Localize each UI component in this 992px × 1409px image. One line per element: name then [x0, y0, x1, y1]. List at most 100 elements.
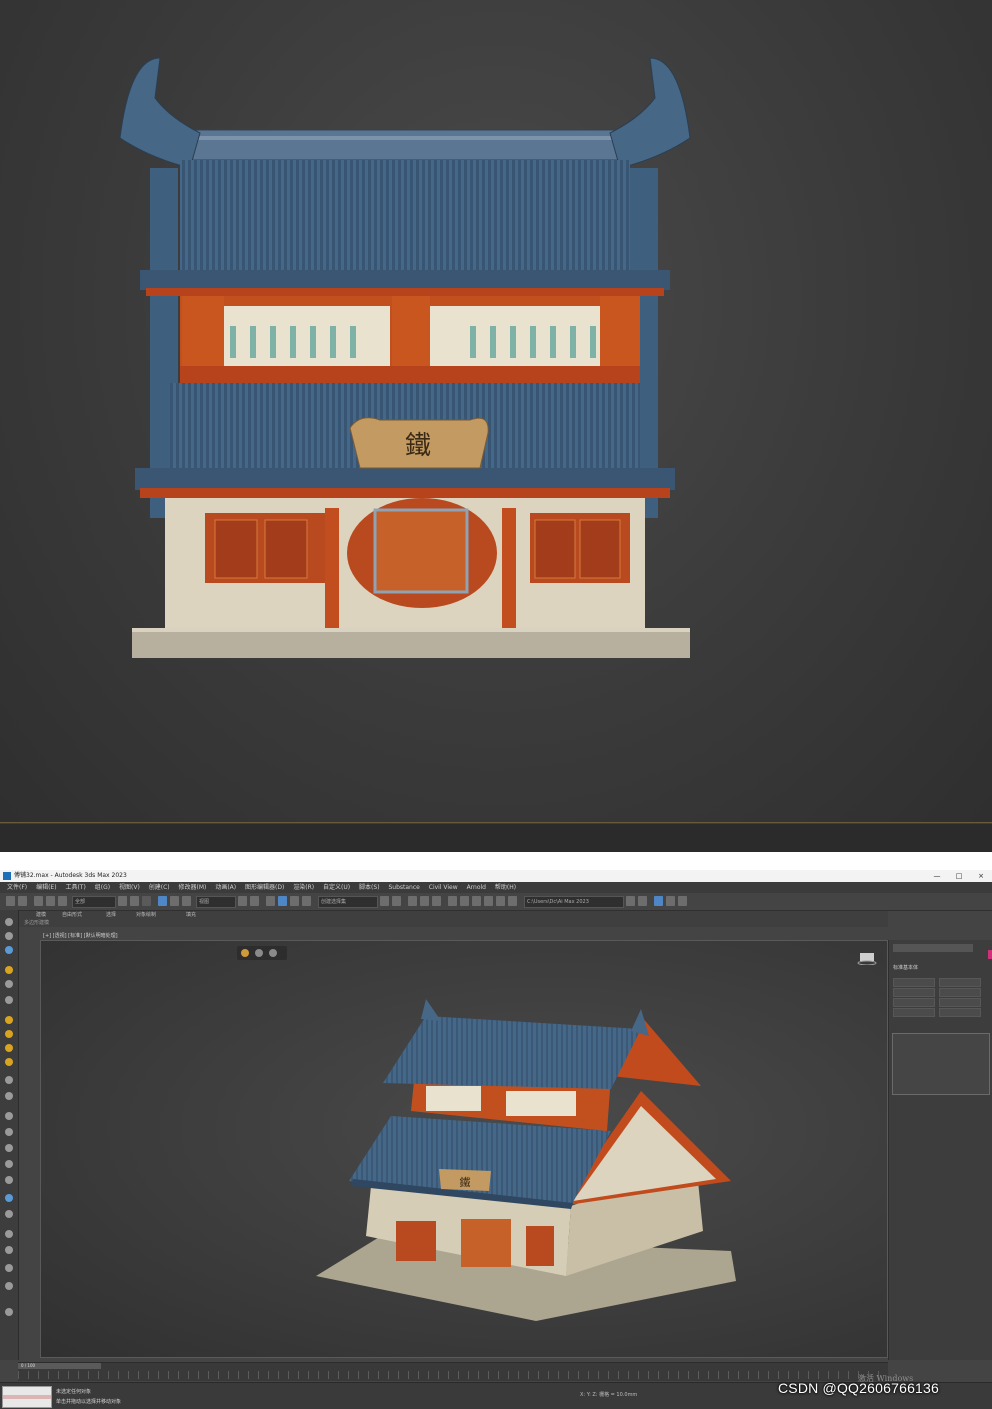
rendered-frame-icon[interactable]	[496, 896, 505, 906]
teapot-icon[interactable]	[5, 1160, 13, 1168]
object-type-button[interactable]	[939, 1008, 981, 1017]
menu-tools[interactable]: 工具(T)	[65, 882, 85, 893]
maxscript-listener[interactable]	[2, 1386, 52, 1408]
utilities-icon[interactable]	[5, 1092, 13, 1100]
menu-edit[interactable]: 编辑(E)	[36, 882, 56, 893]
workspace-path-dropdown[interactable]: C:\Users\Dc\Ai Max 2023	[524, 896, 624, 908]
systems-icon[interactable]	[5, 1058, 13, 1066]
create-icon[interactable]	[5, 918, 13, 926]
geosphere-icon[interactable]	[5, 1264, 13, 1272]
tab-selection[interactable]: 选择	[106, 911, 116, 919]
object-type-button[interactable]	[939, 998, 981, 1007]
percent-snap-icon[interactable]	[290, 896, 299, 906]
menu-animation[interactable]: 动画(A)	[215, 882, 236, 893]
material-editor-icon[interactable]	[472, 896, 481, 906]
menu-civil-view[interactable]: Civil View	[429, 882, 458, 893]
select-manipulate-icon[interactable]	[250, 896, 259, 906]
menu-scripting[interactable]: 脚本(S)	[359, 882, 380, 893]
open-file-icon[interactable]	[638, 896, 647, 906]
polygon-modeling-label[interactable]: 多边形建模	[24, 919, 49, 927]
menu-rendering[interactable]: 渲染(R)	[293, 882, 314, 893]
menu-file[interactable]: 文件(F)	[7, 882, 27, 893]
snaps-toggle-icon[interactable]	[266, 896, 275, 906]
pivot-center-icon[interactable]	[238, 896, 247, 906]
object-type-button[interactable]	[893, 1008, 935, 1017]
layer-explorer-icon[interactable]	[420, 896, 429, 906]
maximize-button[interactable]: □	[948, 870, 970, 882]
tool-icon[interactable]	[241, 949, 249, 957]
object-type-button[interactable]	[893, 988, 935, 997]
menu-arnold[interactable]: Arnold	[467, 882, 486, 893]
selection-filter-dropdown[interactable]: 全部	[72, 896, 116, 908]
select-move-icon[interactable]	[158, 896, 167, 906]
display-icon[interactable]	[5, 1076, 13, 1084]
snap-toggle-icon[interactable]	[678, 896, 687, 906]
viewport-label[interactable]: [+] [透视] [标准] [默认明暗处理]	[43, 932, 118, 939]
object-type-button[interactable]	[893, 978, 935, 987]
settings-icon[interactable]	[5, 1308, 13, 1316]
scene-explorer-icon[interactable]	[408, 896, 417, 906]
object-type-button[interactable]	[939, 978, 981, 987]
menu-help[interactable]: 帮助(H)	[495, 882, 516, 893]
spinner-snap-icon[interactable]	[302, 896, 311, 906]
select-scale-icon[interactable]	[182, 896, 191, 906]
minimize-button[interactable]: —	[926, 870, 948, 882]
reference-coordinate-dropdown[interactable]: 视图	[196, 896, 236, 908]
coordinate-display[interactable]: X: Y: Z: 栅格 = 10.0mm	[580, 1391, 637, 1398]
menu-view[interactable]: 视图(V)	[119, 882, 140, 893]
close-button[interactable]: ×	[970, 870, 992, 882]
tab-modeling[interactable]: 建模	[36, 911, 46, 919]
object-type-button[interactable]	[893, 998, 935, 1007]
undo-icon[interactable]	[6, 896, 15, 906]
menu-substance[interactable]: Substance	[388, 882, 419, 893]
bind-space-warp-icon[interactable]	[58, 896, 67, 906]
project-folder-icon[interactable]	[626, 896, 635, 906]
modify-icon[interactable]	[5, 932, 13, 940]
select-rotate-icon[interactable]	[170, 896, 179, 906]
menu-modifiers[interactable]: 修改器(M)	[179, 882, 207, 893]
menu-group[interactable]: 组(G)	[95, 882, 110, 893]
named-selection-set-dropdown[interactable]: 创建选择集	[318, 896, 378, 908]
angle-snap-icon[interactable]	[278, 896, 287, 906]
cylinder-icon[interactable]	[5, 1144, 13, 1152]
torus-icon[interactable]	[5, 1194, 13, 1202]
rectangle-selection-icon[interactable]	[142, 896, 151, 906]
object-type-button[interactable]	[939, 988, 981, 997]
space-warp-icon[interactable]	[5, 1044, 13, 1052]
isolate-icon[interactable]	[666, 896, 675, 906]
align-icon[interactable]	[392, 896, 401, 906]
object-color-swatch[interactable]	[988, 950, 992, 959]
curve-editor-icon[interactable]	[448, 896, 457, 906]
pyramid-icon[interactable]	[5, 1210, 13, 1218]
info-icon[interactable]	[269, 949, 277, 957]
box-icon[interactable]	[5, 1282, 13, 1290]
schematic-view-icon[interactable]	[460, 896, 469, 906]
light-icon[interactable]	[5, 966, 13, 974]
geometry-icon[interactable]	[5, 1030, 13, 1038]
tab-populate[interactable]: 填充	[186, 911, 196, 919]
render-production-icon[interactable]	[508, 896, 517, 906]
paint-icon[interactable]	[5, 1112, 13, 1120]
tab-object-paint[interactable]: 对象绘制	[136, 911, 156, 919]
tube-icon[interactable]	[5, 1230, 13, 1238]
tab-freeform[interactable]: 自由形式	[62, 911, 82, 919]
time-slider-handle[interactable]: 0 / 100	[18, 1363, 101, 1369]
select-object-icon[interactable]	[118, 896, 127, 906]
camera-icon[interactable]	[5, 980, 13, 988]
time-slider[interactable]: 0 / 100	[18, 1362, 888, 1381]
menu-customize[interactable]: 自定义(U)	[323, 882, 350, 893]
select-by-name-icon[interactable]	[130, 896, 139, 906]
track-bar[interactable]	[18, 1371, 888, 1379]
ribbon-toggle-icon[interactable]	[432, 896, 441, 906]
redo-icon[interactable]	[18, 896, 27, 906]
render-setup-icon[interactable]	[484, 896, 493, 906]
link-icon[interactable]	[34, 896, 43, 906]
viewcube-icon[interactable]	[857, 951, 877, 965]
menu-graph-editors[interactable]: 图形编辑器(D)	[245, 882, 284, 893]
helper-icon[interactable]	[5, 996, 13, 1004]
viewport-layout-icon[interactable]	[654, 896, 663, 906]
hierarchy-icon[interactable]	[5, 946, 13, 954]
plane-icon[interactable]	[5, 1176, 13, 1184]
menu-create[interactable]: 创建(C)	[149, 882, 170, 893]
cone-icon[interactable]	[5, 1246, 13, 1254]
